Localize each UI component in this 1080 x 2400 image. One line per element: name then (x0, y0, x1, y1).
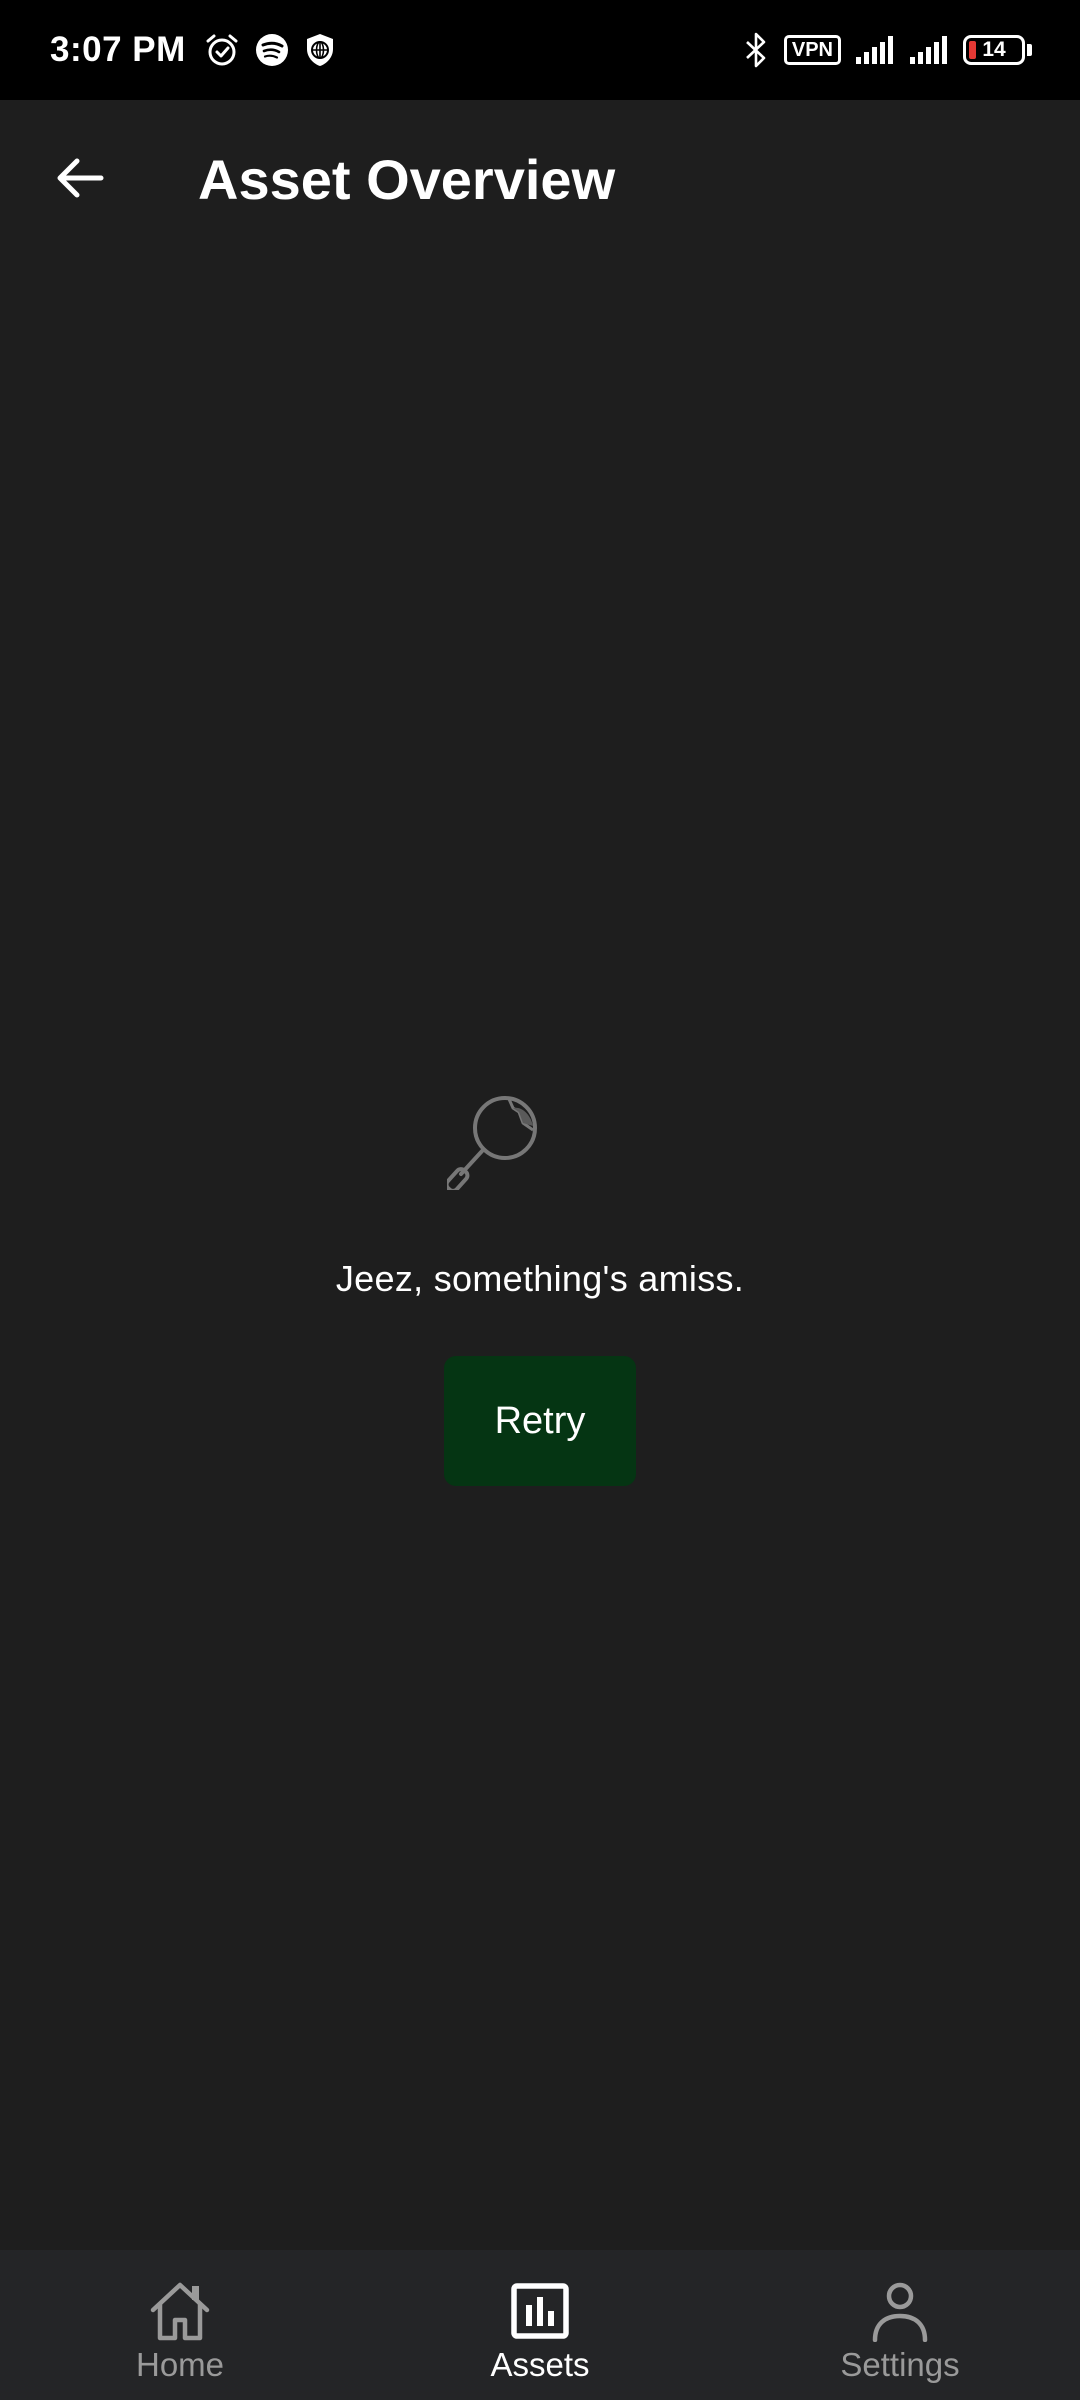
nav-label-settings: Settings (840, 2346, 960, 2383)
nav-item-home[interactable]: Home (0, 2250, 360, 2400)
status-bar-right: VPN 14 (728, 31, 1032, 69)
signal-icon (909, 35, 949, 65)
arrow-left-icon (55, 156, 105, 205)
spotify-icon (254, 32, 290, 68)
battery-fill (969, 41, 976, 59)
nav-label-assets: Assets (490, 2346, 590, 2383)
retry-button[interactable]: Retry (444, 1356, 636, 1486)
error-message: Jeez, something's amiss. (335, 1258, 745, 1299)
battery-body: 14 (963, 35, 1025, 65)
status-bar-left: 3:07 PM (50, 30, 350, 70)
battery-cap (1027, 44, 1032, 56)
home-icon (147, 2280, 213, 2342)
status-time: 3:07 PM (50, 30, 186, 69)
vpn-icon: VPN (783, 35, 841, 65)
nav-item-assets[interactable]: Assets (360, 2250, 720, 2400)
screen: 3:07 PM VPN 14 Asset Overview Jeez, some… (0, 0, 1080, 2400)
broken-magnifier-icon (444, 1090, 547, 1193)
bar-chart-icon (507, 2280, 573, 2342)
nav-label-home: Home (135, 2346, 225, 2383)
error-state: Jeez, something's amiss. Retry (0, 1090, 1080, 1486)
battery-icon: 14 (963, 35, 1032, 65)
page-title: Asset Overview (198, 148, 616, 211)
back-button[interactable] (40, 140, 120, 220)
app-bar: Asset Overview (0, 100, 1080, 260)
vpn-shield-icon (304, 32, 336, 68)
alarm-icon (204, 32, 240, 68)
nav-item-settings[interactable]: Settings (720, 2250, 1080, 2400)
bluetooth-icon (742, 31, 770, 69)
signal-icon (855, 35, 895, 65)
battery-level: 14 (982, 38, 1006, 61)
person-icon (867, 2280, 933, 2342)
bottom-nav: Home Assets Settings (0, 2250, 1080, 2400)
status-bar: 3:07 PM VPN 14 (0, 0, 1080, 100)
